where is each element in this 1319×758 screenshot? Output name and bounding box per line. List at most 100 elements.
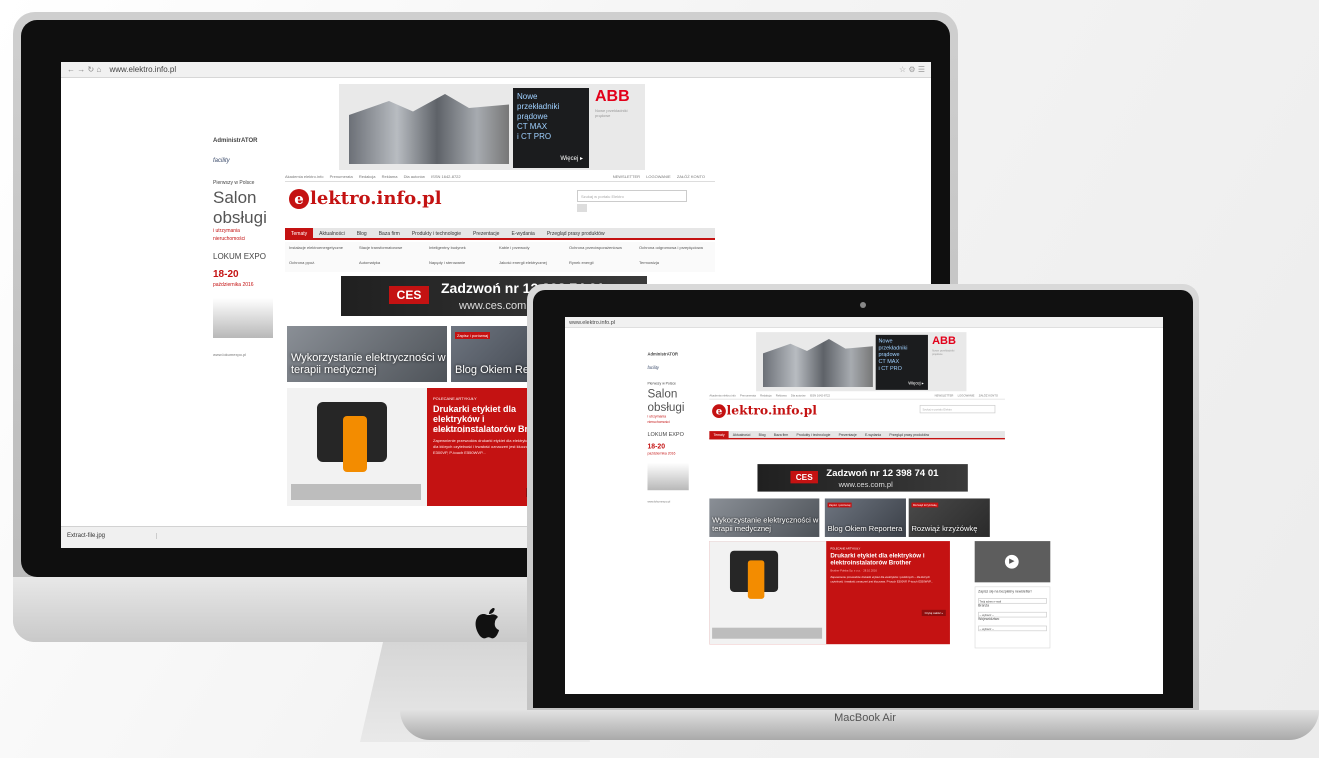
browser-address-bar[interactable]: www.elektro.info.pl <box>565 317 1163 328</box>
menu-item-przeglad[interactable]: Przegląd prasy produktów <box>885 431 933 439</box>
submenu-item[interactable]: Rynek energii <box>569 260 637 265</box>
video-player[interactable]: ▶ <box>974 541 1051 583</box>
url-text[interactable]: www.elektro.info.pl <box>569 319 615 325</box>
ad-website[interactable]: www.lokumexpo.pl <box>647 500 688 503</box>
toplink: ISSN 1642-8722 <box>431 174 461 179</box>
submenu-item[interactable]: Ochrona przeciwporażeniowa <box>569 245 637 250</box>
toplink[interactable]: Reklama <box>776 394 787 397</box>
register-link[interactable]: ZAŁÓŻ KONTO <box>677 174 705 179</box>
submenu-item[interactable]: Stacje transformatorowe <box>359 245 427 250</box>
site-logo[interactable]: e lektro.info.pl <box>712 404 817 419</box>
menu-item-przeglad[interactable]: Przegląd prasy produktów <box>541 228 611 240</box>
submenu-item[interactable]: Kable i przewody <box>499 245 567 250</box>
facility-logo: facility <box>647 366 659 371</box>
toplink[interactable]: Reklama <box>382 174 398 179</box>
toplink[interactable]: Akademia elektro.info <box>285 174 323 179</box>
menu-item-baza-firm[interactable]: Baza firm <box>373 228 406 240</box>
submenu-item[interactable]: Automatyka <box>359 260 427 265</box>
left-advertisement[interactable]: AdministrATOR facility Pierwszy w Polsce… <box>647 353 689 518</box>
menu-item-produkty[interactable]: Produkty i technologie <box>792 431 834 439</box>
login-link[interactable]: LOGOWANIE <box>958 394 975 397</box>
voivode-select[interactable]: -- wybierz -- <box>978 625 1047 632</box>
submenu-item[interactable]: Jakość energii elektrycznej <box>499 260 567 265</box>
read-more-button[interactable]: Czytaj całość » <box>921 609 946 617</box>
tile-medical[interactable]: Wykorzystanie elektryczności w terapii m… <box>287 326 447 382</box>
toplink[interactable]: Akademia elektro.info <box>709 394 735 397</box>
abb-logo: ABB <box>595 88 630 105</box>
menu-item-e-wydania[interactable]: E-wydania <box>861 431 885 439</box>
menu-item-blog[interactable]: Blog <box>351 228 373 240</box>
submenu-item[interactable]: Ochrona odgromowa i przepięciowa <box>639 245 707 250</box>
url-text[interactable]: www.elektro.info.pl <box>109 65 176 74</box>
submenu-item[interactable]: Termowizja <box>639 260 707 265</box>
abb-subtext: Nowe przekładniki prądowe <box>595 108 628 118</box>
tile-crossword[interactable]: Rozwiąż krzyżówkę Rozwiąż krzyżówkę <box>908 498 990 537</box>
search-input[interactable]: Szukaj w portalu Elektro <box>919 404 996 414</box>
top-banner-ad[interactable]: Nowe przekładniki prądowe CT MAX i CT PR… <box>756 332 967 392</box>
thumbnail-strip[interactable] <box>712 627 823 639</box>
register-link[interactable]: ZAŁÓŻ KONTO <box>979 394 998 397</box>
menu-item-produkty[interactable]: Produkty i technologie <box>406 228 467 240</box>
submenu-item[interactable]: Napędy i sterowanie <box>429 260 497 265</box>
tile-medical[interactable]: Wykorzystanie elektryczności w terapii m… <box>709 498 820 537</box>
website-mobile: www.elektro.info.pl AdministrATOR facili… <box>565 317 1163 652</box>
ad-website[interactable]: www.lokumexpo.pl <box>213 352 273 357</box>
more-link[interactable]: Więcej ▸ <box>560 154 583 164</box>
feature-title[interactable]: Drukarki etykiet dla elektryków i elektr… <box>830 552 940 566</box>
browser-tools-icon[interactable]: ☆ ⚙ ☰ <box>899 62 925 78</box>
menu-item-prezentacje[interactable]: Prezentacje <box>467 228 505 240</box>
toplink[interactable]: Prenumerata <box>740 394 756 397</box>
ad-month: października 2016 <box>647 451 676 456</box>
tile-tag: Zapisz i porównaj <box>455 332 491 339</box>
ces-banner-ad[interactable]: CES Zadzwoń nr 12 398 74 01 www.ces.com.… <box>757 464 968 492</box>
toplink[interactable]: Prenumerata <box>330 174 353 179</box>
submenu-item[interactable]: Inteligentny budynek <box>429 245 497 250</box>
menu-item-baza-firm[interactable]: Baza firm <box>770 431 793 439</box>
camera-icon <box>860 302 866 308</box>
search-button[interactable] <box>577 204 587 212</box>
apple-logo-icon <box>475 608 499 639</box>
feature-text: Zapewnienie przewodów drukarki etykiet d… <box>830 575 933 584</box>
downloaded-file[interactable]: Extract-file.jpg <box>67 533 157 539</box>
top-links-bar: Akademia elektro.info Prenumerata Redakc… <box>709 393 1005 400</box>
ad-small-line-1: i utrzymania <box>647 414 667 419</box>
search-input[interactable]: Szukaj w portalu Elektro <box>577 190 687 202</box>
tile-tag: Zapisz i porównaj <box>827 502 852 508</box>
top-banner-ad[interactable]: Nowe przekładniki prądowe CT MAX i CT PR… <box>339 84 645 170</box>
abb-subtext: Nowe przekładniki prądowe <box>932 348 955 356</box>
menu-item-aktualnosci[interactable]: Aktualności <box>729 431 755 439</box>
play-icon[interactable]: ▶ <box>1004 554 1019 569</box>
menu-item-blog[interactable]: Blog <box>755 431 770 439</box>
label-printer-icon <box>343 416 367 472</box>
thumbnail-strip[interactable] <box>291 484 421 500</box>
browser-address-bar[interactable]: ← → ↻ ⌂ www.elektro.info.pl ☆ ⚙ ☰ <box>61 62 931 78</box>
submenu-item[interactable]: Ochrona ppoż. <box>289 260 357 265</box>
ces-website: www.ces.com.pl <box>838 480 893 489</box>
back-icon[interactable]: ← → ↻ ⌂ <box>67 65 101 74</box>
site-logo[interactable]: e lektro.info.pl <box>289 188 442 209</box>
newsletter-link[interactable]: NEWSLETTER <box>613 174 640 179</box>
featured-article[interactable]: POLECANE ARTYKUŁY Drukarki etykiet dla e… <box>287 388 567 506</box>
toplink[interactable]: Dla autorów <box>404 174 425 179</box>
left-advertisement[interactable]: AdministrATOR facility Pierwszy w Polsce… <box>213 138 273 378</box>
menu-item-e-wydania[interactable]: E-wydania <box>505 228 540 240</box>
current-transformers-image <box>349 94 509 164</box>
menu-item-tematy[interactable]: Tematy <box>709 431 729 440</box>
current-transformers-image <box>762 338 873 388</box>
toplink[interactable]: Redakcja <box>760 394 771 397</box>
menu-item-tematy[interactable]: Tematy <box>285 228 314 240</box>
toplink[interactable]: Redakcja <box>359 174 376 179</box>
administrator-logo: AdministrATOR <box>213 138 258 144</box>
ad-big-line-1: Salon <box>647 387 678 401</box>
more-link[interactable]: Więcej ▸ <box>908 380 924 387</box>
menu-item-prezentacje[interactable]: Prezentacje <box>834 431 860 439</box>
toplink: ISSN 1642-8722 <box>809 393 831 398</box>
menu-item-aktualnosci[interactable]: Aktualności <box>313 228 351 240</box>
login-link[interactable]: LOGOWANIE <box>646 174 671 179</box>
feature-meta: POLECANE ARTYKUŁY <box>433 396 477 401</box>
featured-article[interactable]: POLECANE ARTYKUŁY Drukarki etykiet dla e… <box>709 541 950 645</box>
toplink[interactable]: Dla autorów <box>791 394 806 397</box>
submenu-item[interactable]: Instalacje elektroenergetyczne <box>289 245 357 250</box>
tile-blog[interactable]: Zapisz i porównaj Blog Okiem Reportera <box>824 498 906 537</box>
newsletter-link[interactable]: NEWSLETTER <box>935 394 954 397</box>
